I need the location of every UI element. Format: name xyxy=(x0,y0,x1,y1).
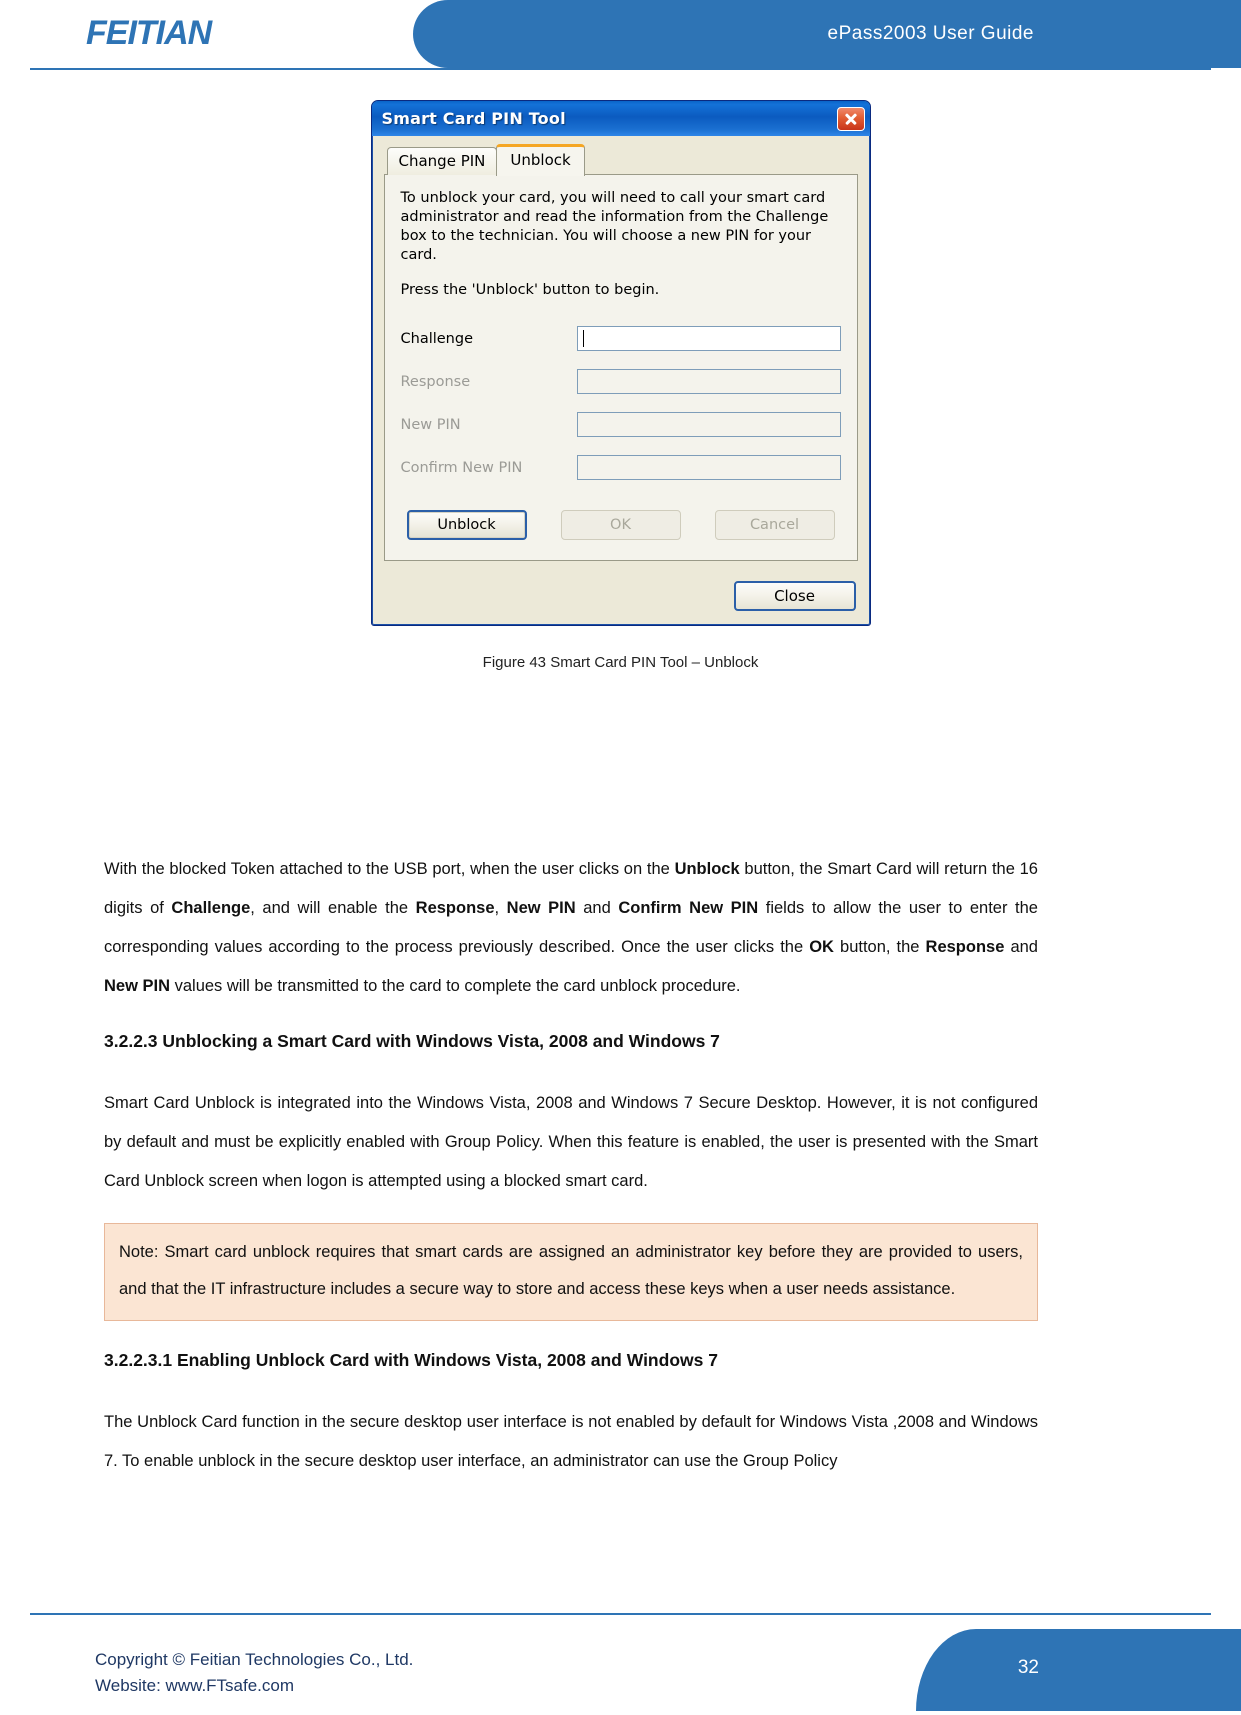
paragraph-unblock-description: With the blocked Token attached to the U… xyxy=(104,860,1038,995)
new-pin-input[interactable] xyxy=(576,412,841,437)
footer-copyright: Copyright © Feitian Technologies Co., Lt… xyxy=(95,1650,414,1669)
text-caret xyxy=(582,330,584,347)
figure-caption: Figure 43 Smart Card PIN Tool – Unblock xyxy=(482,654,759,671)
page-header: FEITIAN ePass2003 User Guide xyxy=(0,0,1241,70)
paragraph-secure-desktop: Smart Card Unblock is integrated into th… xyxy=(104,1094,1038,1190)
footer-website: Website: www.FTsafe.com xyxy=(95,1676,295,1695)
tab-change-pin[interactable]: Change PIN xyxy=(386,147,498,175)
note-callout: Note: Smart card unblock requires that s… xyxy=(104,1223,1038,1321)
page-number: 32 xyxy=(1017,1657,1039,1678)
paragraph-group-policy: The Unblock Card function in the secure … xyxy=(104,1413,1038,1470)
close-icon[interactable] xyxy=(836,106,865,131)
close-button[interactable]: Close xyxy=(733,581,856,611)
response-input[interactable] xyxy=(576,369,841,394)
footer-company-info: Copyright © Feitian Technologies Co., Lt… xyxy=(95,1647,413,1699)
confirm-new-pin-label: Confirm New PIN xyxy=(400,459,523,476)
cancel-button: Cancel xyxy=(714,510,835,540)
dialog-body: Change PIN Unblock To unblock your card,… xyxy=(372,136,870,569)
smart-card-pin-tool-dialog: Smart Card PIN Tool Change PIN Unblock T… xyxy=(370,100,871,626)
dialog-title: Smart Card PIN Tool xyxy=(381,109,566,128)
tab-unblock[interactable]: Unblock xyxy=(496,144,585,176)
new-pin-label: New PIN xyxy=(400,416,461,433)
confirm-new-pin-row: Confirm New PIN xyxy=(401,455,841,480)
unblock-instruction-text: Press the 'Unblock' button to begin. xyxy=(400,282,660,298)
figure-block: Smart Card PIN Tool Change PIN Unblock T… xyxy=(0,100,1241,671)
heading-3-2-2-3: 3.2.2.3 Unblocking a Smart Card with Win… xyxy=(104,1031,720,1051)
dialog-action-buttons: Unblock OK Cancel xyxy=(401,510,841,544)
heading-3-2-2-3-1: 3.2.2.3.1 Enabling Unblock Card with Win… xyxy=(104,1350,718,1370)
dialog-titlebar: Smart Card PIN Tool xyxy=(371,101,870,136)
confirm-new-pin-input[interactable] xyxy=(576,455,841,480)
feitian-logo: FEITIAN xyxy=(86,14,212,52)
unblock-intro-text: To unblock your card, you will need to c… xyxy=(400,190,829,263)
unblock-tab-panel: To unblock your card, you will need to c… xyxy=(383,174,858,561)
footer-blue-banner xyxy=(916,1629,1241,1711)
challenge-row: Challenge xyxy=(401,326,841,351)
dialog-footer: Close xyxy=(372,569,870,625)
challenge-input[interactable] xyxy=(576,326,841,351)
challenge-label: Challenge xyxy=(400,330,474,347)
new-pin-row: New PIN xyxy=(401,412,841,437)
document-title: ePass2003 User Guide xyxy=(827,23,1034,44)
footer-divider xyxy=(30,1613,1211,1615)
page-footer: Copyright © Feitian Technologies Co., Lt… xyxy=(0,1605,1241,1715)
header-divider xyxy=(30,68,1211,70)
tab-strip: Change PIN Unblock xyxy=(384,144,858,176)
unblock-button[interactable]: Unblock xyxy=(406,510,527,540)
ok-button: OK xyxy=(560,510,681,540)
response-label: Response xyxy=(400,373,471,390)
document-content: With the blocked Token attached to the U… xyxy=(104,850,1038,1503)
response-row: Response xyxy=(401,369,841,394)
